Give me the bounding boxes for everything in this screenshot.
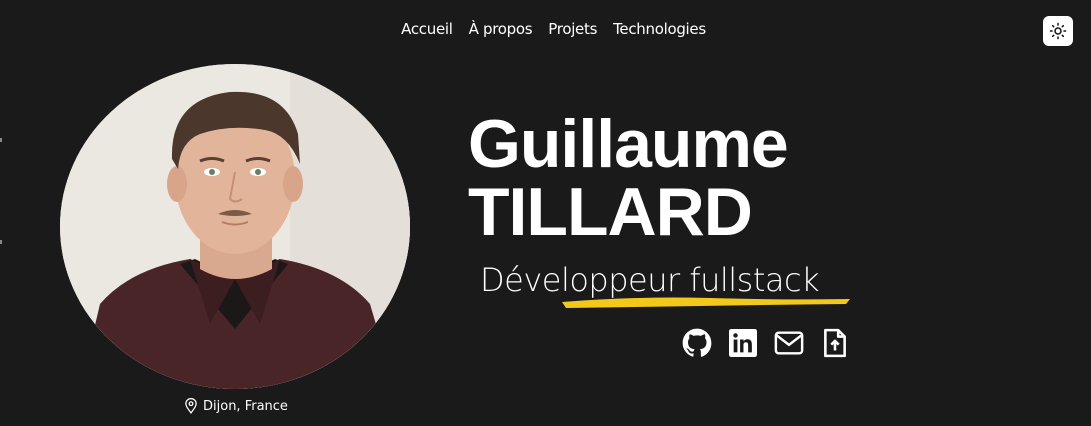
- portrait-illustration: [60, 64, 410, 389]
- location-text: Dijon, France: [203, 398, 288, 414]
- hero-name: Guillaume TILLARD: [468, 106, 789, 250]
- nav-technologies[interactable]: Technologies: [613, 20, 706, 38]
- github-icon: [682, 328, 712, 357]
- nav-projets[interactable]: Projets: [548, 20, 597, 38]
- social-links: [682, 328, 850, 358]
- edge-mark: [0, 138, 2, 142]
- location: Dijon, France: [184, 398, 288, 414]
- github-link[interactable]: [682, 328, 712, 358]
- main-nav: Accueil À propos Projets Technologies: [0, 20, 1091, 38]
- mail-icon: [774, 331, 804, 355]
- linkedin-icon: [729, 329, 757, 357]
- theme-toggle-button[interactable]: [1043, 16, 1073, 46]
- first-name: Guillaume: [468, 106, 789, 182]
- sun-icon: [1049, 22, 1067, 40]
- edge-mark: [0, 240, 2, 244]
- resume-upload-icon: [824, 328, 846, 358]
- profile-photo: [60, 64, 410, 389]
- map-pin-icon: [185, 398, 197, 414]
- mail-link[interactable]: [774, 328, 804, 358]
- linkedin-link[interactable]: [728, 328, 758, 358]
- highlight-underline: [562, 297, 850, 308]
- last-name: TILLARD: [468, 174, 753, 250]
- nav-accueil[interactable]: Accueil: [401, 20, 453, 38]
- resume-link[interactable]: [820, 328, 850, 358]
- nav-a-propos[interactable]: À propos: [469, 20, 533, 38]
